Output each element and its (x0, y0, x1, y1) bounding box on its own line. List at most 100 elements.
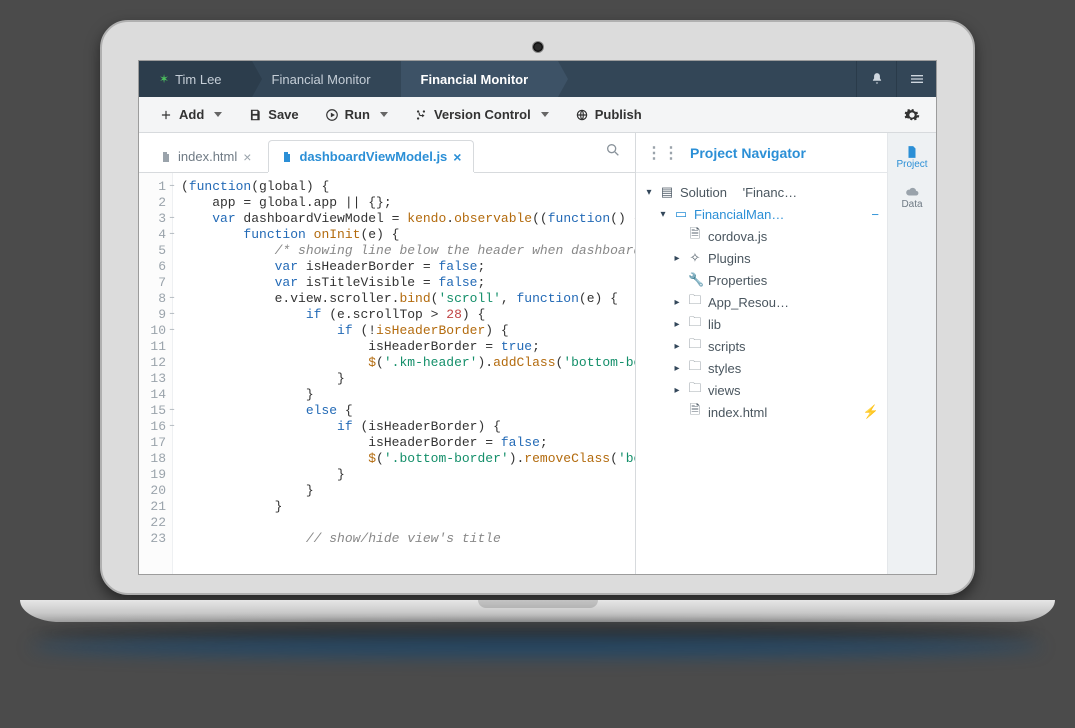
chevron-down-icon (541, 112, 549, 117)
code-content: (function(global) { app = global.app || … (173, 173, 635, 574)
breadcrumb-project[interactable]: Financial Monitor (252, 61, 401, 97)
camera-dot (533, 42, 543, 52)
file-icon (903, 145, 921, 159)
notifications-button[interactable] (856, 61, 896, 97)
tree-item-plugins[interactable]: ✧ Plugins (644, 247, 883, 269)
tab-index-html[interactable]: index.html × (147, 140, 264, 172)
tree-label: Plugins (708, 251, 751, 266)
tree-label: App_Resou… (708, 295, 789, 310)
save-button[interactable]: Save (238, 103, 308, 126)
branch-icon (414, 108, 428, 122)
chevron-right-icon[interactable] (672, 297, 682, 308)
editor-search-button[interactable] (605, 142, 621, 163)
tab-dashboard-viewmodel[interactable]: dashboardViewModel.js × (268, 140, 474, 172)
tree-item-index-html[interactable]: 🗎 index.html ⚡ (644, 401, 883, 423)
file-icon: 🗎 (688, 225, 702, 247)
tree-item-views[interactable]: 🗀 views (644, 379, 883, 401)
tab-label: dashboardViewModel.js (299, 149, 447, 164)
tree-label: lib (708, 317, 721, 332)
chevron-down-icon[interactable] (658, 209, 668, 220)
vc-label: Version Control (434, 107, 531, 122)
right-panel: ⋮⋮ Project Navigator ▤ Solution 'Financ… (636, 133, 936, 574)
lightning-icon: ⚡ (863, 404, 883, 420)
settings-button[interactable] (898, 101, 926, 129)
laptop-frame: ✶ Tim Lee Financial Monitor Financial Mo… (100, 20, 975, 595)
close-icon[interactable]: × (243, 149, 251, 165)
tree-label: scripts (708, 339, 746, 354)
close-icon[interactable]: × (453, 149, 461, 165)
tree-label: views (708, 383, 741, 398)
editor-panel: index.html × dashboardViewModel.js × 123… (139, 133, 636, 574)
search-icon (605, 142, 621, 158)
editor-tabs: index.html × dashboardViewModel.js × (139, 133, 635, 173)
play-icon (325, 108, 339, 122)
breadcrumb-app[interactable]: Financial Monitor (401, 61, 559, 97)
chevron-right-icon[interactable] (672, 363, 682, 374)
folder-icon: 🗀 (688, 379, 702, 401)
minus-icon[interactable]: − (871, 207, 883, 222)
drag-handle-icon[interactable]: ⋮⋮ (646, 143, 680, 163)
header-bar: ✶ Tim Lee Financial Monitor Financial Mo… (139, 61, 936, 97)
chevron-down-icon (214, 112, 222, 117)
menu-button[interactable] (896, 61, 936, 97)
tree-label: styles (708, 361, 741, 376)
run-button[interactable]: Run (315, 103, 398, 126)
tab-label: index.html (178, 149, 237, 164)
gear-icon (904, 107, 920, 123)
file-icon (281, 150, 293, 164)
hamburger-icon (909, 71, 925, 87)
tree-item-properties[interactable]: 🔧 Properties (644, 269, 883, 291)
solution-prefix: Solution (680, 185, 727, 200)
project-tree: ▤ Solution 'Financ… ▭ FinancialMan… − (636, 173, 887, 423)
publish-button[interactable]: Publish (565, 103, 652, 126)
wrench-icon: 🔧 (688, 272, 702, 288)
save-label: Save (268, 107, 298, 122)
folder-icon: 🗀 (688, 335, 702, 357)
folder-icon: 🗀 (688, 357, 702, 379)
rail-data[interactable]: Data (888, 177, 936, 217)
publish-label: Publish (595, 107, 642, 122)
chevron-down-icon[interactable] (644, 187, 654, 198)
version-control-button[interactable]: Version Control (404, 103, 559, 126)
user-icon: ✶ (159, 72, 169, 86)
plugins-icon: ✧ (688, 250, 702, 266)
main-toolbar: Add Save Run Version Control Publish (139, 97, 936, 133)
line-gutter: 1234 56789 1011121314 15161718 192021222… (139, 173, 173, 574)
chevron-down-icon (380, 112, 388, 117)
solution-name: 'Financ… (743, 185, 798, 200)
ide-screen: ✶ Tim Lee Financial Monitor Financial Mo… (138, 60, 937, 575)
globe-icon (575, 108, 589, 122)
add-button[interactable]: Add (149, 103, 232, 126)
solution-row[interactable]: ▤ Solution 'Financ… (644, 181, 883, 203)
chevron-right-icon[interactable] (672, 319, 682, 330)
project-name: FinancialMan… (694, 207, 784, 222)
project-navigator: ⋮⋮ Project Navigator ▤ Solution 'Financ… (636, 133, 888, 574)
chevron-right-icon[interactable] (672, 253, 682, 264)
tree-item-cordova[interactable]: 🗎 cordova.js (644, 225, 883, 247)
project-row[interactable]: ▭ FinancialMan… − (644, 203, 883, 225)
run-label: Run (345, 107, 370, 122)
file-icon: 🗎 (688, 401, 702, 423)
breadcrumb-app-label: Financial Monitor (421, 72, 529, 87)
window-icon: ▭ (674, 206, 688, 222)
tree-item-app-resources[interactable]: 🗀 App_Resou… (644, 291, 883, 313)
breadcrumb-user[interactable]: ✶ Tim Lee (139, 61, 252, 97)
navigator-header: ⋮⋮ Project Navigator (636, 133, 887, 173)
breadcrumb-project-label: Financial Monitor (272, 72, 371, 87)
rail-project[interactable]: Project (888, 137, 936, 177)
code-editor[interactable]: 1234 56789 1011121314 15161718 192021222… (139, 173, 635, 574)
tree-item-styles[interactable]: 🗀 styles (644, 357, 883, 379)
cloud-icon (903, 185, 921, 199)
chevron-right-icon[interactable] (672, 385, 682, 396)
folder-icon: 🗀 (688, 291, 702, 313)
solution-icon: ▤ (660, 184, 674, 200)
tree-label: Properties (708, 273, 767, 288)
shadow (30, 636, 1042, 658)
add-label: Add (179, 107, 204, 122)
chevron-right-icon[interactable] (672, 341, 682, 352)
tree-item-lib[interactable]: 🗀 lib (644, 313, 883, 335)
plus-icon (159, 108, 173, 122)
tree-item-scripts[interactable]: 🗀 scripts (644, 335, 883, 357)
save-icon (248, 108, 262, 122)
tree-label: index.html (708, 405, 767, 420)
